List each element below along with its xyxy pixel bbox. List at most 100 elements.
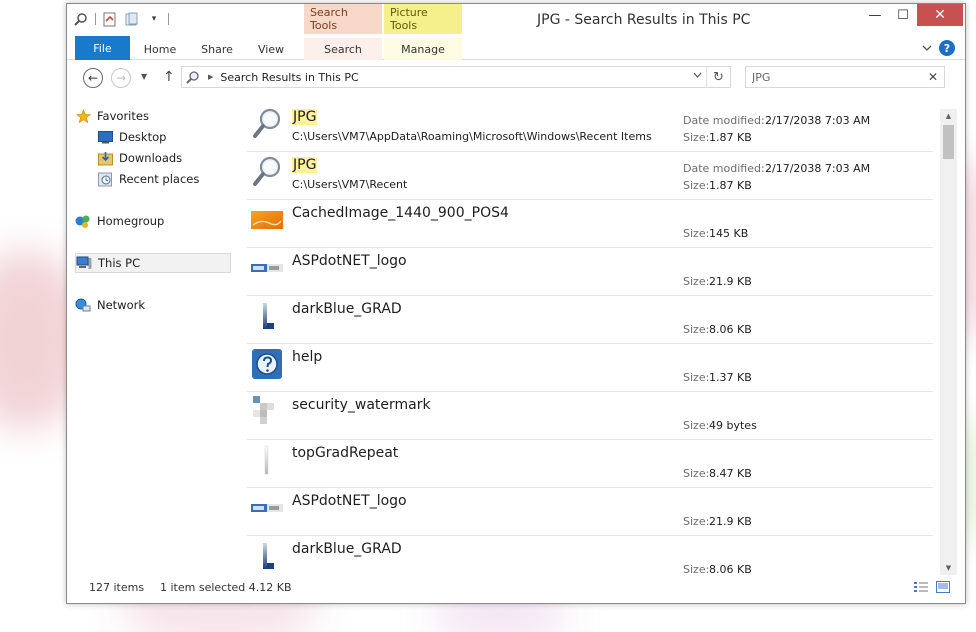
vertical-scrollbar[interactable]: ▲ ▼ (940, 109, 957, 575)
sidebar-item-label: Homegroup (97, 214, 165, 228)
list-item[interactable]: ASPdotNET_logo Size: 21.9 KB (247, 488, 933, 536)
file-name: topGradRepeat (292, 445, 399, 461)
search-icon[interactable] (73, 11, 89, 27)
minimize-button[interactable]: — (861, 4, 889, 26)
size-value: 1.87 KB (709, 131, 752, 144)
details-view-icon[interactable] (913, 580, 929, 594)
breadcrumb[interactable]: Search Results in This PC (220, 71, 358, 84)
chevron-down-icon[interactable] (919, 40, 935, 56)
date-modified-value: 2/17/2038 7:03 AM (765, 114, 871, 127)
list-item[interactable]: CachedImage_1440_900_POS4 Size: 145 KB (247, 200, 933, 248)
list-item[interactable]: help Size: 1.37 KB (247, 344, 933, 392)
sidebar-item-label: This PC (98, 256, 141, 270)
scroll-up-icon[interactable]: ▲ (940, 109, 957, 123)
list-item[interactable]: security_watermark Size: 49 bytes (247, 392, 933, 440)
scroll-down-icon[interactable]: ▼ (940, 561, 957, 575)
title-bar: ▾ Search Tools Picture Tools JPG - Searc… (67, 4, 965, 36)
help-button[interactable]: ? (939, 40, 955, 56)
sidebar-item-favorites[interactable]: Favorites (75, 106, 231, 126)
explorer-window: ▾ Search Tools Picture Tools JPG - Searc… (66, 3, 966, 604)
refresh-button[interactable]: ↻ (706, 67, 730, 87)
tab-manage[interactable]: Manage (384, 38, 462, 60)
properties-icon[interactable] (102, 11, 118, 27)
maximize-button[interactable]: ☐ (889, 4, 917, 26)
sidebar-item-downloads[interactable]: Downloads (97, 148, 231, 168)
customize-dropdown-icon[interactable]: ▾ (146, 11, 162, 27)
list-item[interactable]: darkBlue_GRAD Size: 8.06 KB (247, 536, 933, 574)
gradient-bar-icon (251, 540, 283, 572)
file-name: JPG (292, 109, 318, 125)
watermark-thumbnail-icon (251, 396, 283, 428)
sidebar-item-this-pc[interactable]: This PC (75, 253, 231, 273)
size-value: 8.06 KB (709, 563, 752, 574)
file-name: JPG (292, 157, 318, 173)
clear-search-button[interactable]: ✕ (928, 70, 938, 84)
size-label: Size: (683, 419, 710, 432)
tab-search[interactable]: Search (304, 38, 382, 60)
size-label: Size: (683, 131, 710, 144)
sidebar-item-homegroup[interactable]: Homegroup (75, 211, 231, 231)
address-row: ← → ▼ ↑ ▶ Search Results in This PC ↻ ✕ (67, 64, 965, 92)
sidebar-item-network[interactable]: Network (75, 295, 231, 315)
sidebar-item-label: Recent places (119, 172, 200, 186)
size-value: 49 bytes (709, 419, 757, 432)
file-name: security_watermark (292, 397, 431, 413)
thin-gradient-icon (251, 444, 283, 476)
search-results-icon (186, 70, 204, 84)
search-box[interactable]: ✕ (745, 66, 945, 88)
tab-view[interactable]: View (244, 38, 298, 60)
navigation-pane: Favorites Desktop Downloads Recent place… (75, 104, 235, 574)
tab-home[interactable]: Home (130, 38, 190, 60)
file-name: darkBlue_GRAD (292, 301, 402, 317)
network-icon (75, 297, 91, 313)
recent-locations-button[interactable]: ▼ (141, 72, 147, 81)
sidebar-item-recent-places[interactable]: Recent places (97, 169, 231, 189)
close-button[interactable]: ✕ (917, 4, 963, 26)
address-bar[interactable]: ▶ Search Results in This PC ↻ (181, 66, 731, 88)
date-modified-value: 2/17/2038 7:03 AM (765, 162, 871, 175)
back-button[interactable]: ← (83, 68, 103, 88)
computer-icon (76, 255, 92, 271)
size-value: 1.37 KB (709, 371, 752, 384)
sidebar-item-label: Network (97, 298, 146, 312)
search-results-list: JPG C:\Users\VM7\AppData\Roaming\Microso… (247, 104, 933, 574)
size-value: 145 KB (709, 227, 749, 240)
recent-places-icon (97, 171, 113, 187)
aspnet-logo-icon (251, 252, 283, 284)
tab-share[interactable]: Share (190, 38, 244, 60)
list-item[interactable]: JPG C:\Users\VM7\Recent Date modified: 2… (247, 152, 933, 200)
size-value: 8.06 KB (709, 323, 752, 336)
image-thumbnail-icon (251, 204, 283, 236)
list-item[interactable]: ASPdotNET_logo Size: 21.9 KB (247, 248, 933, 296)
size-label: Size: (683, 323, 710, 336)
scroll-thumb[interactable] (943, 125, 954, 159)
homegroup-icon (75, 213, 91, 229)
ribbon-tab-bar: File Home Share View Search Manage ? (67, 36, 965, 60)
large-icons-view-icon[interactable] (935, 580, 951, 594)
forward-button[interactable]: → (111, 68, 131, 88)
list-item[interactable]: topGradRepeat Size: 8.47 KB (247, 440, 933, 488)
desktop-icon (97, 129, 113, 145)
up-button[interactable]: ↑ (163, 69, 175, 85)
help-image-icon (251, 348, 283, 380)
size-label: Size: (683, 563, 710, 574)
file-name: help (292, 349, 323, 365)
sidebar-item-label: Downloads (119, 151, 183, 165)
file-name: ASPdotNET_logo (292, 253, 407, 269)
address-dropdown-icon[interactable] (693, 71, 702, 81)
sidebar-item-desktop[interactable]: Desktop (97, 127, 231, 147)
file-name: darkBlue_GRAD (292, 541, 402, 557)
list-item[interactable]: darkBlue_GRAD Size: 8.06 KB (247, 296, 933, 344)
search-input[interactable] (752, 70, 922, 84)
sidebar-item-label: Favorites (97, 109, 149, 123)
selection-info: 1 item selected 4.12 KB (160, 581, 292, 594)
downloads-icon (97, 150, 113, 166)
file-path: C:\Users\VM7\Recent (292, 178, 408, 191)
quick-access-toolbar: ▾ (73, 11, 169, 27)
new-folder-icon[interactable] (124, 11, 140, 27)
breadcrumb-separator-icon[interactable]: ▶ (208, 73, 213, 81)
tab-file[interactable]: File (75, 36, 130, 60)
list-item[interactable]: JPG C:\Users\VM7\AppData\Roaming\Microso… (247, 104, 933, 152)
size-label: Size: (683, 371, 710, 384)
size-label: Size: (683, 467, 710, 480)
